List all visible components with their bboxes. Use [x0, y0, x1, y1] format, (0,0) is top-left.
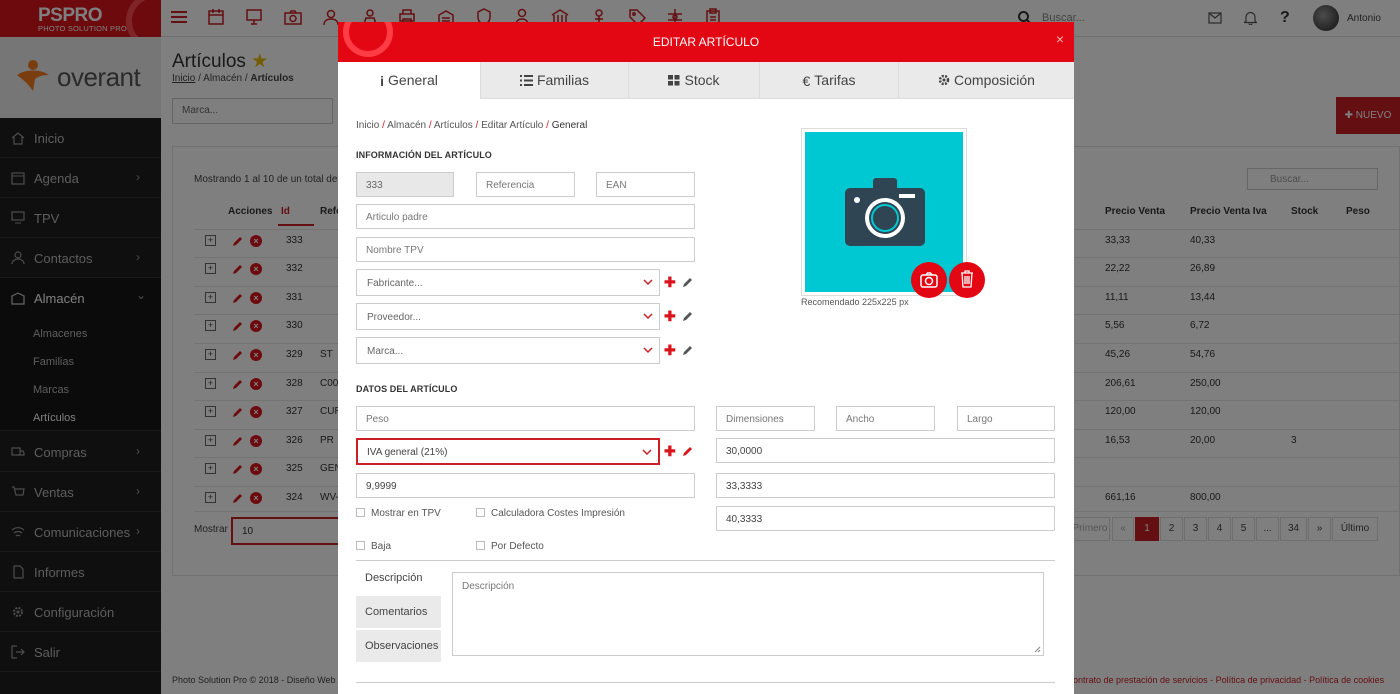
divider	[356, 560, 1055, 561]
add-fabricante-button[interactable]: ✚	[664, 274, 676, 291]
euro-icon: €	[802, 73, 811, 89]
add-marca-button[interactable]: ✚	[664, 342, 676, 359]
edit-article-modal: EDITAR ARTÍCULO × i General Familias Stoc…	[338, 22, 1074, 694]
checkbox-box[interactable]	[476, 508, 485, 517]
por-defecto-checkbox[interactable]: Por Defecto	[476, 541, 544, 552]
edit-iva-icon[interactable]	[682, 446, 693, 457]
tab-composicion[interactable]: Composición	[898, 62, 1074, 99]
chevron-down-icon	[643, 313, 653, 320]
upload-photo-button[interactable]	[911, 262, 947, 298]
precio-venta-input[interactable]: 33,3333	[716, 473, 1055, 498]
checkbox-box[interactable]	[476, 541, 485, 550]
delete-photo-button[interactable]	[949, 262, 985, 298]
divider	[356, 682, 1055, 683]
largo-input[interactable]: Largo	[957, 406, 1055, 431]
edit-proveedor-icon[interactable]	[682, 311, 693, 322]
peso-input[interactable]: Peso	[356, 406, 695, 431]
fabricante-select[interactable]: Fabricante...	[356, 269, 660, 296]
side-tab-observaciones[interactable]: Observaciones	[356, 630, 441, 663]
marca-select[interactable]: Marca...	[356, 337, 660, 364]
tab-general[interactable]: i General	[338, 62, 480, 99]
precio-venta-iva-input[interactable]: 40,3333	[716, 506, 1055, 531]
baja-checkbox[interactable]: Baja	[356, 541, 391, 552]
proveedor-select[interactable]: Proveedor...	[356, 303, 660, 330]
article-id-field: 333	[356, 172, 454, 197]
trash-icon	[961, 270, 973, 288]
add-proveedor-button[interactable]: ✚	[664, 308, 676, 325]
section-info-title: INFORMACIÓN DEL ARTÍCULO	[356, 150, 492, 160]
modal-title: EDITAR ARTÍCULO	[652, 35, 760, 49]
referencia-input[interactable]: Referencia	[476, 172, 575, 197]
tab-tarifas[interactable]: € Tarifas	[759, 62, 898, 99]
info-icon: i	[380, 73, 385, 89]
crumb-inicio[interactable]: Inicio	[356, 120, 379, 131]
grid-icon	[668, 75, 680, 86]
chevron-down-icon	[642, 449, 652, 456]
dimensiones-input[interactable]: Dimensiones	[716, 406, 815, 431]
ean-input[interactable]: EAN	[596, 172, 695, 197]
iva-select[interactable]: IVA general (21%)	[356, 438, 660, 465]
crumb-almacen[interactable]: Almacén	[387, 120, 426, 131]
modal-header: EDITAR ARTÍCULO ×	[338, 22, 1074, 62]
resize-handle-icon[interactable]	[1034, 646, 1041, 653]
nombre-tpv-input[interactable]: Nombre TPV	[356, 237, 695, 262]
checkbox-box[interactable]	[356, 541, 365, 550]
tab-familias[interactable]: Familias	[480, 62, 628, 99]
camera-icon	[920, 272, 938, 288]
crumb-articulos[interactable]: Artículos	[434, 120, 473, 131]
description-textarea[interactable]: Descripción	[452, 572, 1044, 656]
edit-fabricante-icon[interactable]	[682, 277, 693, 288]
chevron-down-icon	[643, 279, 653, 286]
list-icon	[519, 75, 533, 86]
side-tab-comentarios[interactable]: Comentarios	[356, 596, 441, 629]
close-icon[interactable]: ×	[1056, 31, 1064, 47]
image-size-hint: Recomendado 225x225 px	[801, 297, 909, 307]
precio-input[interactable]: 9,9999	[356, 473, 695, 498]
ancho-input[interactable]: Ancho	[836, 406, 935, 431]
articulo-padre-input[interactable]: Articulo padre	[356, 204, 695, 229]
camera-placeholder-icon	[845, 178, 925, 246]
calculadora-checkbox[interactable]: Calculadora Costes Impresión	[476, 508, 625, 519]
crumb-general: General	[551, 120, 588, 131]
chevron-down-icon	[643, 347, 653, 354]
side-tab-descripcion[interactable]: Descripción	[356, 562, 441, 595]
tab-stock[interactable]: Stock	[628, 62, 759, 99]
mostrar-tpv-checkbox[interactable]: Mostrar en TPV	[356, 508, 441, 519]
add-iva-button[interactable]: ✚	[664, 443, 676, 460]
section-data-title: DATOS DEL ARTÍCULO	[356, 384, 458, 394]
modal-breadcrumb: Inicio / Almacén / Artículos / Editar Ar…	[356, 120, 588, 131]
gear-icon	[938, 74, 950, 86]
checkbox-box[interactable]	[356, 508, 365, 517]
edit-marca-icon[interactable]	[682, 345, 693, 356]
crumb-editar[interactable]: Editar Artículo	[481, 120, 543, 131]
coste-input[interactable]: 30,0000	[716, 438, 1055, 463]
